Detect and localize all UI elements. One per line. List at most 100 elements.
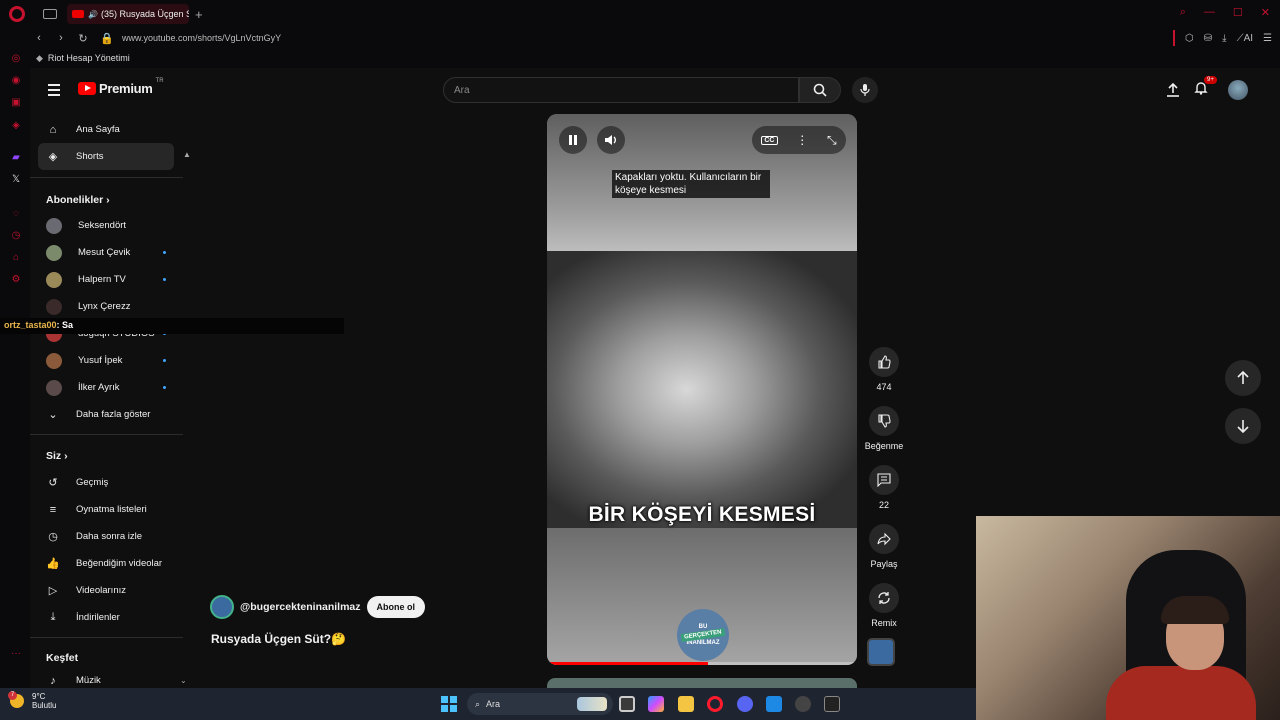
task-view-icon[interactable] (619, 696, 635, 712)
lock-icon[interactable]: 🔒 (100, 32, 114, 45)
video-frame-main (547, 251, 857, 528)
share-button[interactable]: Paylaş (864, 524, 904, 569)
dislike-button[interactable]: Beğenme (864, 406, 904, 451)
player-icon[interactable]: ◌ (10, 208, 22, 220)
app-icon[interactable] (766, 696, 782, 712)
captions-button[interactable]: CC (761, 135, 778, 145)
sidebar-item-mesut-cevik[interactable]: Mesut Çevik (38, 239, 174, 266)
sidebar-item-your-videos[interactable]: ▷ Videolarınız (38, 577, 174, 604)
channel-avatar (46, 298, 62, 315)
shorts-player[interactable]: CC ⋮ ⤡ Kapakları yoktu. Kullanıcıların b… (547, 114, 857, 665)
notifications-button[interactable]: 9+ (1194, 75, 1217, 100)
browser-menu-icon[interactable]: ☰ (1263, 33, 1272, 44)
upload-icon[interactable] (1166, 83, 1180, 97)
search-icon (813, 83, 827, 97)
clock-icon: ◷ (48, 531, 58, 543)
scroll-down-icon[interactable]: ⌄ (180, 676, 187, 685)
sidebar-item-yusuf-ipek[interactable]: Yusuf İpek (38, 347, 174, 374)
remix-button[interactable]: Remix (864, 583, 904, 628)
wallet-icon[interactable]: ⛁ (1204, 33, 1212, 44)
sidebar-item-playlists[interactable]: ≡ Oynatma listeleri (38, 496, 174, 523)
sidebar-item-watch-later[interactable]: ◷ Daha sonra izle (38, 523, 174, 550)
back-button[interactable]: ‹ (34, 32, 44, 44)
weather-widget[interactable]: 7 9°C Bulutlu (8, 691, 57, 710)
url-field[interactable]: www.youtube.com/shorts/VgLnVctnGyY (122, 33, 281, 43)
more-options-icon[interactable]: ⋮ (796, 133, 808, 147)
subscriptions-heading[interactable]: Abonelikler › (46, 194, 110, 206)
chat-icon[interactable]: ◈ (10, 120, 22, 132)
windows-start-icon[interactable] (441, 696, 457, 712)
remix-icon (869, 583, 899, 613)
volume-button[interactable] (597, 126, 625, 154)
history-sidebar-icon[interactable]: ◷ (10, 230, 22, 242)
search-tabs-icon[interactable]: ⌕ (1180, 6, 1186, 19)
browser-tab-active[interactable]: 🔊 (35) Rusyada Üçgen S (67, 4, 189, 24)
sidebar-item-downloads[interactable]: ⤓ İndirilenler (38, 604, 174, 631)
fullscreen-icon[interactable]: ⤡ (827, 133, 837, 148)
aria-icon[interactable]: ◎ (10, 53, 22, 65)
copilot-icon[interactable] (648, 696, 664, 712)
sidebar-item-shorts[interactable]: ◈ Shorts (38, 143, 174, 170)
share-icon (869, 524, 899, 554)
channel-handle[interactable]: @bugercekteninanilmaz (240, 601, 361, 613)
downloads-icon[interactable]: ⤓ (1222, 33, 1226, 44)
sidebar-item-home[interactable]: ⌂ Ana Sayfa (38, 116, 174, 143)
x-icon[interactable]: 𝕏 (10, 174, 22, 186)
close-window-button[interactable]: ✕ (1261, 6, 1270, 19)
opera-logo-icon[interactable] (9, 6, 25, 22)
previous-short-button[interactable] (1225, 360, 1261, 396)
show-more-button[interactable]: ⌄ Daha fazla göster (38, 401, 174, 428)
search-input[interactable]: Ara (443, 77, 799, 103)
sidebar-item-liked-videos[interactable]: 👍 Beğendiğim videolar (38, 550, 174, 577)
sidebar-item-history[interactable]: ↺ Geçmiş (38, 469, 174, 496)
pinboard-icon[interactable]: ⌂ (10, 252, 22, 264)
minimize-button[interactable]: — (1204, 6, 1215, 19)
forward-button[interactable]: › (56, 32, 66, 44)
new-tab-button[interactable]: + (195, 7, 203, 22)
sidebar-item-halpern-tv[interactable]: Halpern TV (38, 266, 174, 293)
youtube-logo[interactable]: Premium TR (78, 78, 164, 96)
weather-condition: Bulutlu (32, 701, 57, 710)
messenger-icon[interactable]: ◉ (10, 75, 22, 87)
extensions-icon[interactable]: ⬡ (1185, 33, 1194, 44)
audio-playing-icon[interactable]: 🔊 (88, 10, 98, 19)
more-sidebar-icon[interactable]: ··· (10, 648, 22, 660)
search-button[interactable] (799, 77, 841, 103)
opera-sidebar: ◎ ◉ ▣ ◈ ▰ 𝕏 ◌ ◷ ⌂ ⚙ ··· (0, 48, 30, 688)
progress-bar[interactable] (547, 662, 857, 665)
sidebar-item-label: İlker Ayrık (78, 382, 120, 393)
taskbar-search[interactable]: ⌕ Ara (467, 693, 613, 715)
sidebar-item-seksendort[interactable]: Seksendört (38, 212, 174, 239)
sidebar-item-ilker-ayrik[interactable]: İlker Ayrık (38, 374, 174, 401)
instagram-icon[interactable]: ▣ (10, 97, 22, 109)
pause-button[interactable] (559, 126, 587, 154)
settings-icon[interactable]: ⚙ (10, 274, 22, 286)
sidebar-divider (30, 434, 183, 435)
file-explorer-icon[interactable] (678, 696, 694, 712)
twitch-icon[interactable]: ▰ (10, 152, 22, 164)
scroll-up-icon[interactable]: ▲ (183, 150, 191, 159)
voice-search-button[interactable] (852, 77, 878, 103)
sidebar-item-lynx-cerezz[interactable]: Lynx Çerezz (38, 293, 174, 320)
obs-icon[interactable] (795, 696, 811, 712)
menu-icon[interactable] (48, 84, 60, 99)
next-short-button[interactable] (1225, 408, 1261, 444)
opera-taskbar-icon[interactable] (707, 696, 723, 712)
aria-ai-button[interactable]: ⟋AI (1237, 33, 1253, 44)
stream-chat-overlay: ortz_tasta00: Sa (0, 318, 344, 334)
bookmark-riot[interactable]: Riot Hesap Yönetimi (48, 53, 130, 63)
you-heading[interactable]: Siz › (46, 450, 68, 462)
epic-games-icon[interactable] (824, 696, 840, 712)
you-title: Siz (46, 450, 62, 462)
account-avatar[interactable] (1228, 80, 1248, 100)
like-button[interactable]: 474 (864, 347, 904, 392)
comments-button[interactable]: 22 (864, 465, 904, 510)
sidebar-item-label: Seksendört (78, 220, 127, 231)
discord-icon[interactable] (737, 696, 753, 712)
reload-button[interactable]: ↻ (78, 32, 88, 45)
audio-source-thumbnail[interactable] (867, 638, 895, 666)
tab-islands-icon[interactable] (43, 9, 57, 19)
channel-logo[interactable] (210, 595, 234, 619)
subscribe-button[interactable]: Abone ol (366, 596, 426, 618)
maximize-button[interactable]: ☐ (1233, 6, 1243, 19)
